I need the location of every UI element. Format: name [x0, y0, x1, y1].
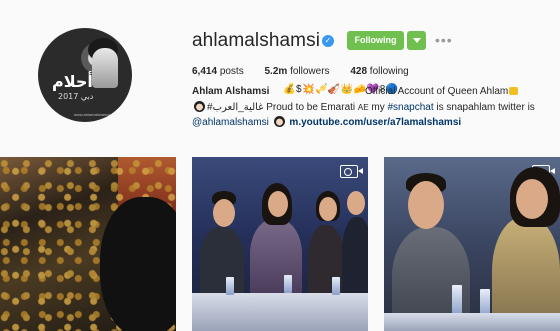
face-emoji-icon-2: [273, 116, 285, 127]
post-2-judge-1-head: [213, 199, 235, 227]
followers-label: followers: [290, 66, 330, 77]
bio-proud-text: Proud to be Emarati: [266, 102, 358, 113]
post-2-judges-desk: [192, 293, 368, 331]
profile-avatar[interactable]: أحلام دبي 2017 www.ahlamalshamsi.com: [38, 28, 132, 122]
post-2-judge-2-head: [268, 191, 288, 217]
snapchat-hashtag-link[interactable]: #snapchat: [387, 102, 433, 113]
bio-line-3: @ahlamalshamsi m.youtube.com/user/a7lama…: [192, 116, 461, 128]
followers-count[interactable]: 5.2m followers: [265, 66, 330, 77]
post-2-cup-1: [226, 277, 234, 295]
post-thumbnail-2[interactable]: [192, 157, 368, 331]
post-2-judge-1: [200, 227, 244, 297]
posts-grid: [0, 157, 560, 331]
posts-value: 6,414: [192, 66, 218, 77]
avatar-arabic-subtitle: دبي 2017: [58, 92, 94, 101]
following-label: following: [369, 66, 409, 77]
uae-flag-icon: AE: [357, 103, 369, 112]
posts-label: posts: [219, 66, 244, 77]
bio-my-text: my: [368, 102, 388, 113]
post-2-judge-3-head: [319, 197, 337, 221]
post-2-judge-2: [250, 219, 302, 297]
crown-icon: [509, 87, 519, 95]
post-2-judge-4: [342, 217, 368, 297]
post-3-judge-woman-head: [516, 179, 548, 219]
posts-count: 6,414 posts: [192, 66, 244, 77]
following-value: 428: [350, 66, 368, 77]
twitter-handle-link[interactable]: @ahlamalshamsi: [192, 117, 269, 128]
bio-snap-text: is snapahlam twitter is: [433, 102, 535, 113]
bio-line-2: #غالية_العرب Proud to be Emarati AE my #…: [192, 101, 535, 113]
video-icon: [340, 165, 363, 178]
followers-value: 5.2m: [264, 66, 288, 77]
youtube-link[interactable]: m.youtube.com/user/a7lamalshamsi: [289, 117, 461, 128]
post-3-judges-desk: [384, 313, 560, 331]
more-options-icon[interactable]: •••: [435, 33, 453, 47]
following-count[interactable]: 428 following: [350, 66, 408, 77]
post-thumbnail-1[interactable]: [0, 157, 176, 331]
post-thumbnail-3[interactable]: [384, 157, 560, 331]
post-3-judge-man-head: [408, 181, 444, 229]
chevron-down-icon[interactable]: [407, 31, 426, 50]
following-button[interactable]: Following: [347, 31, 404, 50]
profile-stats: 6,414 posts 5.2m followers 428 following: [192, 66, 427, 77]
post-2-cup-2: [284, 275, 292, 293]
bio-arabic-hashtag: #غالية_العرب: [207, 102, 264, 113]
avatar-figure: [92, 48, 118, 88]
avatar-arabic-name: أحلام: [52, 72, 93, 91]
post-1-feather: [100, 197, 176, 331]
bio-full-name: Ahlam Alshamsi: [192, 86, 270, 97]
post-2-cup-3: [332, 277, 340, 295]
avatar-url: www.ahlamalshamsi.com: [74, 112, 119, 117]
verified-badge-icon: ✓: [322, 35, 334, 47]
face-emoji-icon: [194, 101, 205, 112]
post-2-judge-4-head: [347, 191, 365, 215]
post-3-cup-1: [452, 285, 462, 315]
profile-username: ahlamalshamsi: [192, 30, 321, 51]
bio-official-text: Official Account of Queen Ahlam: [365, 86, 509, 97]
bio-line-1: Official Account of Queen Ahlam: [365, 86, 519, 97]
